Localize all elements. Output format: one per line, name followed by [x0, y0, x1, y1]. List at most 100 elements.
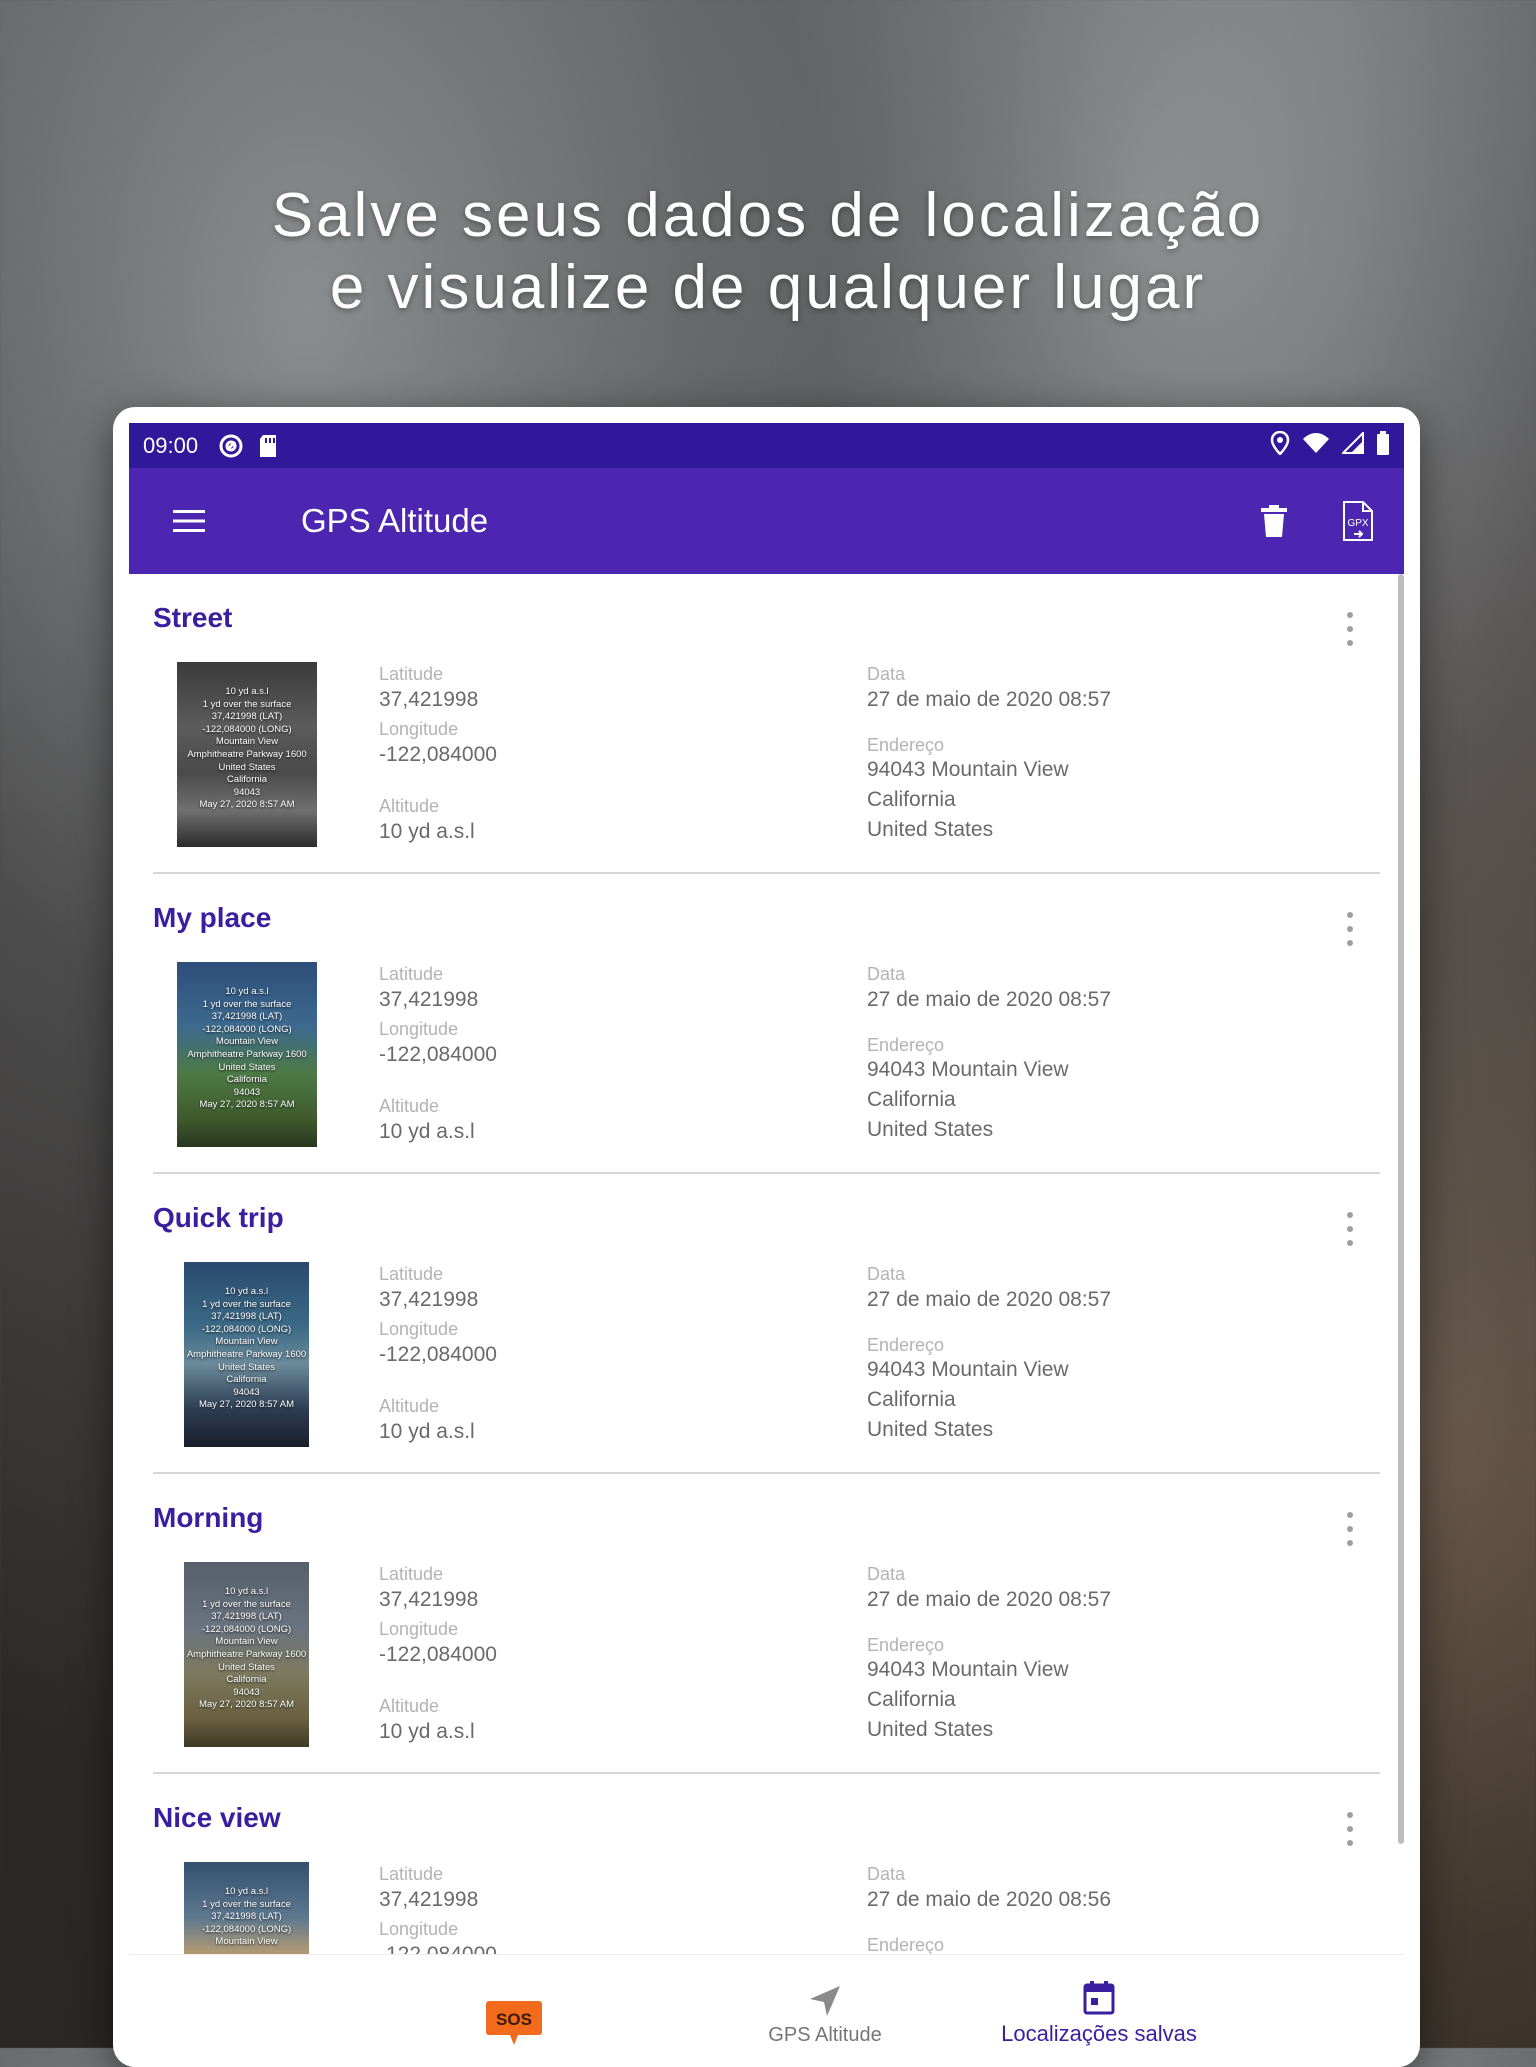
more-options-button[interactable]	[1340, 1812, 1360, 1846]
more-options-button[interactable]	[1340, 1212, 1360, 1246]
app-toolbar: GPS Altitude GPX	[129, 468, 1404, 574]
address-line: California	[867, 788, 956, 811]
longitude-value: -122,084000	[379, 1043, 497, 1066]
thumb-line: Amphitheatre Parkway 1600	[187, 1048, 307, 1060]
nav-saved-locations[interactable]: Localizações salvas	[969, 1955, 1229, 2047]
longitude-value: -122,084000	[379, 1643, 497, 1666]
latitude-label: Latitude	[379, 1564, 444, 1584]
thumb-line: Mountain View	[215, 1036, 279, 1048]
location-card[interactable]: Morning 10 yd a.s.l 1 yd over the surfac…	[153, 1474, 1380, 1774]
headline-line-1: Salve seus dados de localização	[271, 181, 1265, 250]
promo-headline: Salve seus dados de localização e visual…	[0, 180, 1536, 324]
thumb-line: 37,421998 (LAT)	[211, 1011, 283, 1023]
export-gpx-button[interactable]: GPX	[1336, 499, 1380, 543]
thumb-line: 94043	[233, 1086, 261, 1098]
nav-gps-altitude-label: GPS Altitude	[768, 2024, 882, 2046]
thumb-line: May 27, 2020 8:57 AM	[199, 799, 295, 811]
date-label: Data	[867, 1264, 906, 1284]
calendar-icon	[1083, 1981, 1115, 2015]
thumb-line: 10 yd a.s.l	[225, 986, 269, 997]
app-screen: 09:00 GPS Altitude GPX Street 10 yd a.s.…	[129, 423, 1404, 2067]
thumb-line: -122,084000 (LONG)	[201, 1323, 292, 1335]
thumb-line: Amphitheatre Parkway 1600	[186, 1348, 307, 1360]
address-line: 94043 Mountain View	[867, 1658, 1069, 1681]
nav-saved-locations-label: Localizações salvas	[1001, 2021, 1197, 2046]
delete-button[interactable]	[1252, 499, 1296, 543]
location-photo-thumbnail[interactable]: 10 yd a.s.l 1 yd over the surface 37,421…	[184, 1262, 309, 1447]
thumb-line: Mountain View	[215, 1936, 278, 1948]
more-options-button[interactable]	[1340, 1512, 1360, 1546]
navigation-arrow-icon	[810, 1986, 840, 2016]
location-card[interactable]: Street 10 yd a.s.l 1 yd over the surface…	[153, 574, 1380, 874]
headline-line-2: e visualize de qualquer lugar	[329, 253, 1207, 322]
thumb-line: Amphitheatre Parkway 1600	[186, 1648, 307, 1660]
date-value: 27 de maio de 2020 08:57	[867, 1588, 1112, 1611]
dot	[1347, 1512, 1353, 1518]
dot	[1347, 1212, 1353, 1218]
latitude-label: Latitude	[379, 1864, 444, 1884]
nav-sos[interactable]: SOS	[459, 1955, 569, 2047]
longitude-label: Longitude	[379, 1019, 459, 1039]
altitude-value: 10 yd a.s.l	[379, 1120, 475, 1143]
thumb-line: 37,421998 (LAT)	[211, 1911, 282, 1923]
address-line: California	[867, 1388, 956, 1411]
dot	[1347, 1826, 1353, 1832]
dot	[1347, 912, 1353, 918]
location-pin-icon	[1270, 430, 1290, 461]
list-scrollbar[interactable]	[1398, 574, 1404, 1844]
altitude-value: 10 yd a.s.l	[379, 1720, 475, 1743]
location-card[interactable]: My place 10 yd a.s.l 1 yd over the surfa…	[153, 874, 1380, 1174]
nav-gps-altitude[interactable]: GPS Altitude	[715, 1955, 935, 2047]
latitude-value: 37,421998	[379, 1588, 479, 1611]
address-label: Endereço	[867, 1335, 945, 1355]
thumb-line: -122,084000 (LONG)	[201, 1923, 292, 1935]
date-value: 27 de maio de 2020 08:56	[867, 1888, 1112, 1911]
altitude-value: 10 yd a.s.l	[379, 1420, 475, 1443]
location-card[interactable]: Quick trip 10 yd a.s.l 1 yd over the sur…	[153, 1174, 1380, 1474]
thumb-line: -122,084000 (LONG)	[202, 723, 292, 735]
longitude-value: -122,084000	[379, 1943, 497, 1954]
longitude-value: -122,084000	[379, 1343, 497, 1366]
address-value: 94043 Mountain View California United St…	[867, 1355, 1069, 1445]
sos-icon: SOS	[486, 2001, 542, 2045]
location-photo-thumbnail[interactable]: 10 yd a.s.l 1 yd over the surface 37,421…	[184, 1862, 309, 1954]
altitude-label: Altitude	[379, 1396, 440, 1416]
date-label: Data	[867, 1864, 906, 1884]
location-card[interactable]: Nice view 10 yd a.s.l 1 yd over the surf…	[153, 1774, 1380, 1954]
location-photo-thumbnail[interactable]: 10 yd a.s.l 1 yd over the surface 37,421…	[177, 962, 317, 1147]
dot	[1347, 1526, 1353, 1532]
signal-icon	[1340, 430, 1364, 460]
thumb-line: 94043	[233, 786, 261, 798]
more-options-button[interactable]	[1340, 612, 1360, 646]
thumb-line: California	[226, 1674, 267, 1686]
dot	[1347, 1812, 1353, 1818]
thumb-line: Mountain View	[215, 1636, 278, 1648]
date-label: Data	[867, 1564, 906, 1584]
menu-icon	[173, 510, 205, 532]
hamburger-menu-button[interactable]	[169, 501, 209, 541]
dot	[1347, 1840, 1353, 1846]
dot	[1347, 940, 1353, 946]
latitude-label: Latitude	[379, 1264, 444, 1284]
tablet-frame: 09:00 GPS Altitude GPX Street 10 yd a.s.…	[113, 407, 1420, 2067]
location-photo-thumbnail[interactable]: 10 yd a.s.l 1 yd over the surface 37,421…	[177, 662, 317, 847]
thumb-line: Amphitheatre Parkway 1600	[187, 748, 307, 760]
address-label: Endereço	[867, 1935, 945, 1954]
latitude-value: 37,421998	[379, 1288, 479, 1311]
date-label: Data	[867, 664, 906, 684]
bottom-navigation: SOS GPS Altitude Localizações salvas	[129, 1954, 1404, 2067]
address-line: United States	[867, 818, 994, 841]
location-photo-thumbnail[interactable]: 10 yd a.s.l 1 yd over the surface 37,421…	[184, 1562, 309, 1747]
address-line: United States	[867, 1118, 994, 1141]
thumb-line: 1 yd over the surface	[202, 1298, 291, 1310]
latitude-value: 37,421998	[379, 1888, 479, 1911]
location-name: Quick trip	[153, 1202, 284, 1233]
thumb-line: United States	[218, 761, 276, 773]
longitude-label: Longitude	[379, 1319, 459, 1339]
address-value: 94043 Mountain View California United St…	[867, 755, 1069, 845]
battery-icon	[1376, 430, 1390, 461]
toolbar-actions: GPX	[1252, 499, 1380, 543]
more-options-button[interactable]	[1340, 912, 1360, 946]
longitude-label: Longitude	[379, 1919, 459, 1939]
toolbar-title: GPS Altitude	[301, 502, 489, 539]
